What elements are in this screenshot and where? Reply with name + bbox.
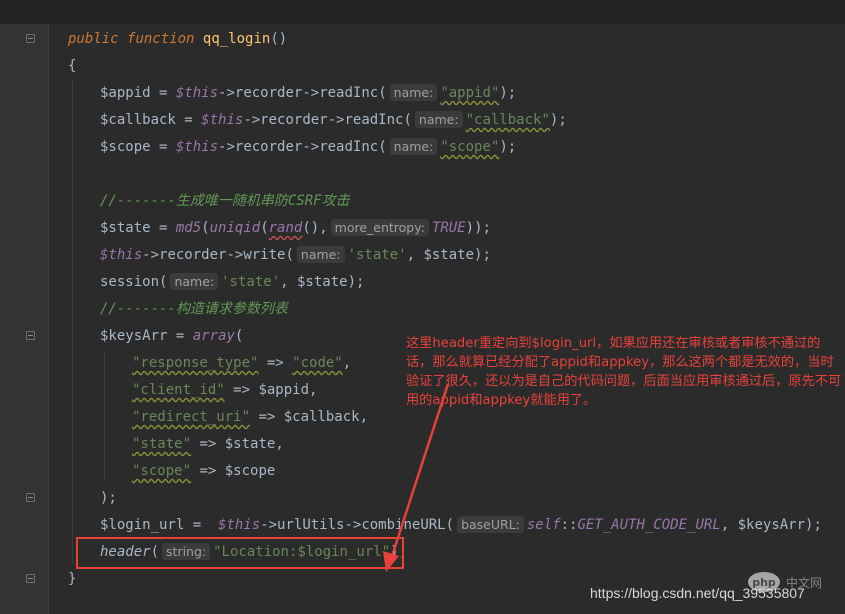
annotation-text: 这里header重定向到$login_url，如果应用还在审核或者审核不通过的话… — [406, 336, 842, 408]
annotation-arrow — [383, 383, 450, 572]
watermark-url: https://blog.csdn.net/qq_39535807 — [590, 585, 805, 601]
